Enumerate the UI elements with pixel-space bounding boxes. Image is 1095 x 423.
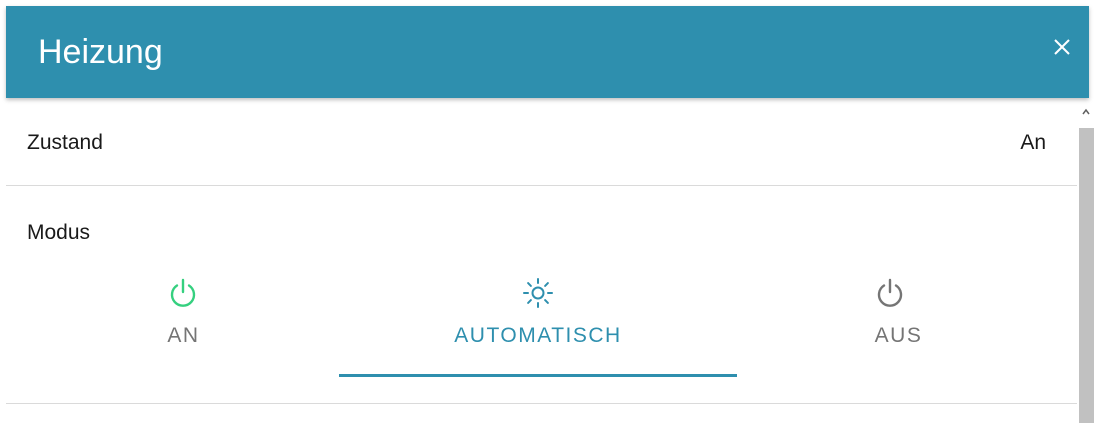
close-icon xyxy=(1054,39,1070,55)
tab-automatisch-label: AUTOMATISCH xyxy=(454,324,622,347)
tab-an-label: AN xyxy=(167,324,200,347)
tab-an[interactable]: AN xyxy=(6,266,361,381)
divider xyxy=(6,403,1077,404)
mode-tabs: AN AUTOMATISCH AUS xyxy=(6,266,1077,381)
scroll-up-button[interactable] xyxy=(1077,104,1095,118)
close-button[interactable] xyxy=(1051,36,1073,58)
heating-dialog: Heizung Zustand An Modus AN AUTOMATISCH … xyxy=(0,0,1095,423)
scroll-thumb[interactable] xyxy=(1079,128,1094,423)
tab-automatisch[interactable]: AUTOMATISCH xyxy=(339,266,737,381)
sun-icon xyxy=(523,278,553,308)
power-icon xyxy=(170,278,196,307)
active-tab-indicator xyxy=(339,374,737,377)
dialog-content: Zustand An Modus AN AUTOMATISCH AUS xyxy=(6,98,1077,423)
mode-label: Modus xyxy=(27,221,91,244)
dialog-title: Heizung xyxy=(38,33,163,71)
power-icon xyxy=(877,278,903,307)
scrollbar[interactable] xyxy=(1077,98,1095,423)
dialog-header: Heizung xyxy=(6,6,1089,98)
tab-aus-label: AUS xyxy=(874,324,923,347)
state-label: Zustand xyxy=(27,131,103,154)
tab-aus[interactable]: AUS xyxy=(720,266,1077,381)
chevron-up-icon xyxy=(1082,108,1090,115)
state-value: An xyxy=(1020,131,1046,154)
state-row: Zustand An xyxy=(6,98,1077,186)
